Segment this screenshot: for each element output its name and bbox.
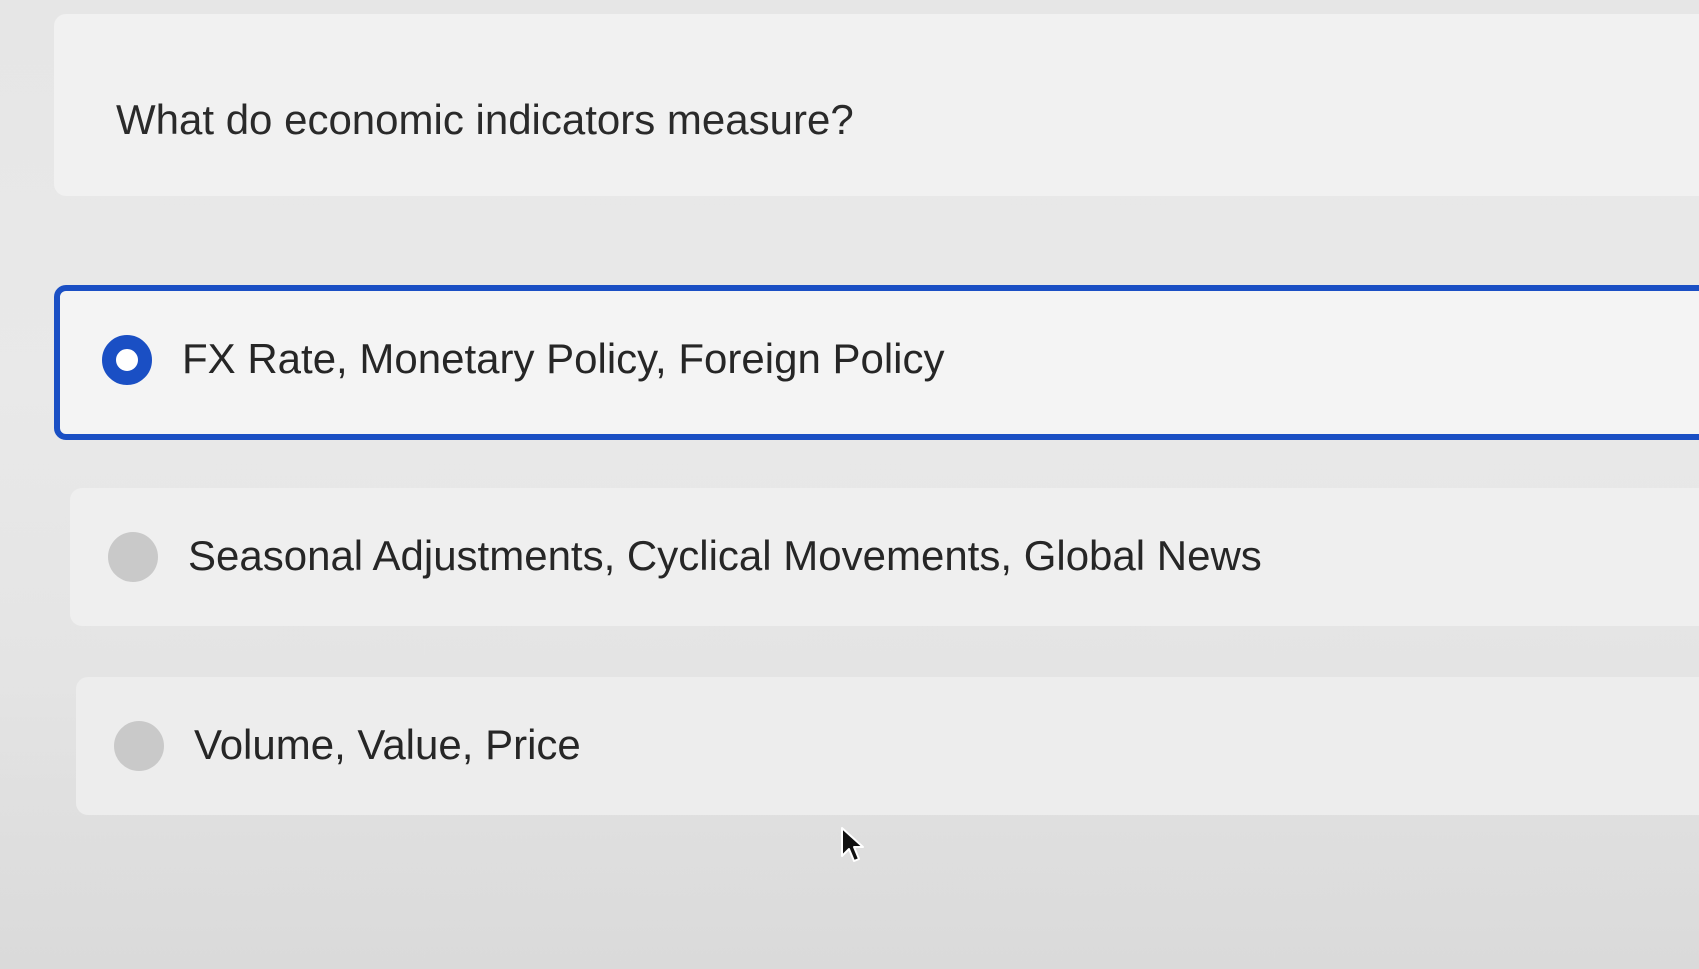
answer-option-label: Volume, Value, Price xyxy=(194,721,581,768)
answer-option-label: FX Rate, Monetary Policy, Foreign Policy xyxy=(182,335,945,382)
answer-option-3[interactable]: Volume, Value, Price xyxy=(76,677,1699,815)
answer-option-2[interactable]: Seasonal Adjustments, Cyclical Movements… xyxy=(70,488,1699,626)
radio-button-selected[interactable] xyxy=(102,335,152,385)
answer-option-1[interactable]: FX Rate, Monetary Policy, Foreign Policy xyxy=(54,285,1699,440)
mouse-pointer-icon xyxy=(841,827,864,862)
radio-button-unselected[interactable] xyxy=(108,532,158,582)
answer-option-label: Seasonal Adjustments, Cyclical Movements… xyxy=(188,532,1262,579)
radio-button-unselected[interactable] xyxy=(114,721,164,771)
question-text: What do economic indicators measure? xyxy=(116,96,854,143)
question-card: What do economic indicators measure? xyxy=(54,14,1699,196)
